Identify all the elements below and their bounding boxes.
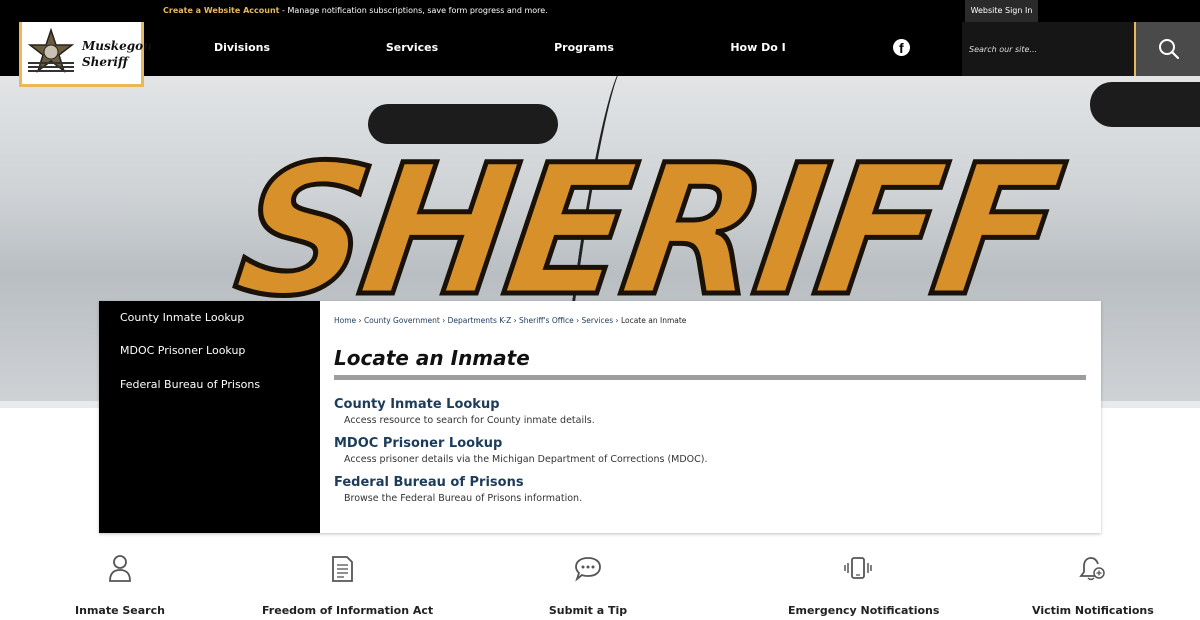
- resource-description: Access resource to search for County inm…: [344, 415, 595, 426]
- nav-how-do-i[interactable]: How Do I: [713, 22, 803, 76]
- sign-in-button[interactable]: Website Sign In: [965, 0, 1038, 22]
- resource-mdoc-prisoner-lookup[interactable]: MDOC Prisoner Lookup: [334, 436, 502, 451]
- document-icon: [332, 556, 353, 582]
- resource-county-inmate-lookup[interactable]: County Inmate Lookup: [334, 397, 500, 412]
- resource-description: Access prisoner details via the Michigan…: [344, 454, 708, 465]
- quick-link-submit-tip[interactable]: Submit a Tip: [538, 553, 638, 617]
- logo-text-line1: Muskegon: [82, 39, 152, 53]
- search-box: [962, 22, 1134, 76]
- search-input[interactable]: [962, 22, 1122, 76]
- create-account-link[interactable]: Create a Website Account: [163, 6, 279, 15]
- nav-services[interactable]: Services: [367, 22, 457, 76]
- person-icon: [109, 555, 131, 582]
- side-navigation: County Inmate Lookup MDOC Prisoner Looku…: [99, 301, 320, 533]
- facebook-icon[interactable]: f: [893, 39, 910, 56]
- hero-sheriff-lettering: SHERIFF: [223, 125, 1070, 339]
- quick-link-victim-notifications[interactable]: Victim Notifications: [1032, 553, 1154, 617]
- chat-bubble-icon: [575, 557, 601, 582]
- breadcrumb-sheriffs-office[interactable]: Sheriff's Office: [519, 316, 574, 325]
- resource-description: Browse the Federal Bureau of Prisons inf…: [344, 493, 583, 504]
- sidenav-federal-bureau-of-prisons[interactable]: Federal Bureau of Prisons: [120, 378, 260, 391]
- site-header: Muskegon Sheriff Divisions Services Prog…: [0, 22, 1200, 87]
- door-handle-right: [1090, 82, 1200, 127]
- title-divider: [334, 375, 1086, 380]
- breadcrumb-departments[interactable]: Departments K-Z: [448, 316, 512, 325]
- breadcrumb-services[interactable]: Services: [582, 316, 614, 325]
- breadcrumb-home[interactable]: Home: [334, 316, 356, 325]
- page-title: Locate an Inmate: [334, 346, 530, 370]
- quick-link-label: Emergency Notifications: [788, 604, 940, 617]
- resource-federal-bureau-of-prisons[interactable]: Federal Bureau of Prisons: [334, 475, 524, 490]
- quick-link-inmate-search[interactable]: Inmate Search: [60, 553, 180, 617]
- content-panel: County Inmate Lookup MDOC Prisoner Looku…: [99, 301, 1101, 533]
- logo-text-line2: Sheriff: [82, 55, 128, 69]
- nav-programs[interactable]: Programs: [539, 22, 629, 76]
- badge-star-icon: [27, 28, 75, 74]
- sidenav-mdoc-prisoner-lookup[interactable]: MDOC Prisoner Lookup: [120, 344, 245, 357]
- sidenav-county-inmate-lookup[interactable]: County Inmate Lookup: [120, 311, 244, 324]
- create-account-notice: Create a Website Account - Manage notifi…: [163, 6, 548, 15]
- breadcrumb-county-government[interactable]: County Government: [364, 316, 440, 325]
- quick-link-emergency-notifications[interactable]: Emergency Notifications: [788, 553, 939, 617]
- phone-vibrate-icon: [844, 557, 872, 579]
- quick-link-label: Victim Notifications: [1032, 604, 1154, 617]
- top-bar: Create a Website Account - Manage notifi…: [0, 0, 1200, 22]
- search-icon: [1159, 39, 1180, 60]
- nav-divisions[interactable]: Divisions: [197, 22, 287, 76]
- quick-link-label: Inmate Search: [75, 604, 165, 617]
- breadcrumb: Home › County Government › Departments K…: [334, 316, 687, 325]
- breadcrumb-current: Locate an Inmate: [620, 316, 687, 325]
- quick-link-label: Freedom of Information Act: [262, 604, 434, 617]
- bell-plus-icon: [1079, 557, 1105, 581]
- search-button[interactable]: [1134, 22, 1200, 76]
- quick-link-label: Submit a Tip: [548, 604, 628, 617]
- create-account-description: - Manage notification subscriptions, sav…: [279, 6, 548, 15]
- sheriff-logo[interactable]: Muskegon Sheriff: [19, 22, 152, 87]
- quick-link-foia[interactable]: Freedom of Information Act: [262, 553, 433, 617]
